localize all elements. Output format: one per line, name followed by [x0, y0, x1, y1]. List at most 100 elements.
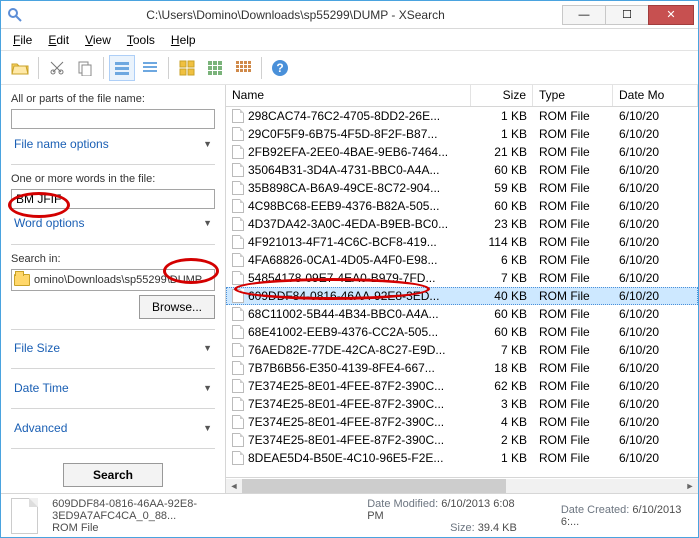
table-row[interactable]: 4C98BC68-EEB9-4376-B82A-505...60 KBROM F…: [226, 197, 698, 215]
row-name: 68E41002-EEB9-4376-CC2A-505...: [248, 325, 438, 339]
minimize-button[interactable]: —: [562, 5, 606, 25]
file-icon: [232, 325, 244, 339]
titlebar: C:\Users\Domino\Downloads\sp55299\DUMP -…: [1, 1, 698, 29]
close-button[interactable]: ✕: [648, 5, 694, 25]
file-icon: [11, 498, 38, 534]
row-date: 6/10/20: [613, 289, 698, 303]
file-icon: [232, 127, 244, 141]
row-date: 6/10/20: [613, 145, 698, 159]
row-type: ROM File: [533, 271, 613, 285]
created-label: Date Created:: [561, 504, 629, 516]
table-row[interactable]: 29C0F5F9-6B75-4F5D-8F2F-B87...1 KBROM Fi…: [226, 125, 698, 143]
results-rows: 298CAC74-76C2-4705-8DD2-26E...1 KBROM Fi…: [226, 107, 698, 477]
table-row[interactable]: 7B7B6B56-E350-4139-8FE4-667...18 KBROM F…: [226, 359, 698, 377]
table-row[interactable]: 7E374E25-8E01-4FEE-87F2-390C...3 KBROM F…: [226, 395, 698, 413]
row-type: ROM File: [533, 379, 613, 393]
file-name-options-expander[interactable]: File name options ▼: [11, 133, 215, 154]
table-row[interactable]: 2FB92EFA-2EE0-4BAE-9EB6-7464...21 KBROM …: [226, 143, 698, 161]
table-row[interactable]: 8DEAE5D4-B50E-4C10-96E5-F2E...1 KBROM Fi…: [226, 449, 698, 467]
maximize-button[interactable]: ☐: [605, 5, 649, 25]
scroll-left-arrow[interactable]: ◄: [226, 479, 242, 493]
search-path-text: omino\Downloads\sp55299\DUMP: [34, 274, 202, 286]
row-type: ROM File: [533, 343, 613, 357]
filename-label: All or parts of the file name:: [11, 93, 215, 105]
table-row[interactable]: 35064B31-3D4A-4731-BBC0-A4A...60 KBROM F…: [226, 161, 698, 179]
col-date[interactable]: Date Mo: [613, 85, 698, 106]
filename-input[interactable]: [11, 109, 215, 129]
col-size[interactable]: Size: [471, 85, 533, 106]
help-button[interactable]: ?: [267, 55, 293, 81]
row-name: 7E374E25-8E01-4FEE-87F2-390C...: [248, 415, 444, 429]
menu-tools[interactable]: Tools: [119, 31, 163, 49]
row-size: 23 KB: [471, 217, 533, 231]
view-smallgrid-button[interactable]: [230, 55, 256, 81]
size-label: Size:: [450, 522, 474, 534]
search-path-box[interactable]: omino\Downloads\sp55299\DUMP: [11, 269, 215, 291]
date-time-expander[interactable]: Date Time ▼: [11, 377, 215, 398]
file-icon: [232, 289, 244, 303]
table-row[interactable]: 7E374E25-8E01-4FEE-87F2-390C...4 KBROM F…: [226, 413, 698, 431]
table-row[interactable]: 609DDF84-0816-46AA-92E8-3ED...40 KBROM F…: [226, 287, 698, 305]
row-type: ROM File: [533, 289, 613, 303]
row-date: 6/10/20: [613, 343, 698, 357]
advanced-expander[interactable]: Advanced ▼: [11, 417, 215, 438]
col-name[interactable]: Name: [226, 85, 471, 106]
row-size: 60 KB: [471, 163, 533, 177]
row-name: 54854178-09E7-4EA0-B979-7FD...: [248, 271, 435, 285]
table-row[interactable]: 7E374E25-8E01-4FEE-87F2-390C...2 KBROM F…: [226, 431, 698, 449]
row-date: 6/10/20: [613, 127, 698, 141]
toolbar: ?: [1, 51, 698, 85]
menu-file[interactable]: File: [5, 31, 40, 49]
status-bar: 609DDF84-0816-46AA-92E8-3ED9A7AFC4CA_0_8…: [1, 493, 698, 537]
cut-button[interactable]: [44, 55, 70, 81]
file-size-expander[interactable]: File Size ▼: [11, 337, 215, 358]
file-icon: [232, 433, 244, 447]
search-in-label: Search in:: [11, 253, 215, 265]
words-input[interactable]: [11, 189, 215, 209]
row-size: 2 KB: [471, 433, 533, 447]
word-options-expander[interactable]: Word options ▼: [11, 213, 215, 234]
row-size: 4 KB: [471, 415, 533, 429]
column-headers: Name Size Type Date Mo: [226, 85, 698, 107]
scroll-right-arrow[interactable]: ►: [682, 479, 698, 493]
table-row[interactable]: 4FA68826-0CA1-4D05-A4F0-E98...6 KBROM Fi…: [226, 251, 698, 269]
row-date: 6/10/20: [613, 379, 698, 393]
row-type: ROM File: [533, 127, 613, 141]
table-row[interactable]: 35B898CA-B6A9-49CE-8C72-904...59 KBROM F…: [226, 179, 698, 197]
svg-text:?: ?: [276, 61, 283, 75]
row-type: ROM File: [533, 307, 613, 321]
table-row[interactable]: 54854178-09E7-4EA0-B979-7FD...7 KBROM Fi…: [226, 269, 698, 287]
col-type[interactable]: Type: [533, 85, 613, 106]
table-row[interactable]: 4D37DA42-3A0C-4EDA-B9EB-BC0...23 KBROM F…: [226, 215, 698, 233]
body: All or parts of the file name: File name…: [1, 85, 698, 493]
table-row[interactable]: 4F921013-4F71-4C6C-BCF8-419...114 KBROM …: [226, 233, 698, 251]
copy-button[interactable]: [72, 55, 98, 81]
window: C:\Users\Domino\Downloads\sp55299\DUMP -…: [0, 0, 699, 538]
row-name: 4F921013-4F71-4C6C-BCF8-419...: [248, 235, 437, 249]
chevron-down-icon: ▼: [203, 218, 212, 228]
row-size: 60 KB: [471, 325, 533, 339]
row-size: 18 KB: [471, 361, 533, 375]
view-details-button[interactable]: [137, 55, 163, 81]
view-grid-button[interactable]: [202, 55, 228, 81]
search-button[interactable]: Search: [63, 463, 163, 487]
horizontal-scrollbar[interactable]: ◄ ►: [226, 477, 698, 493]
row-date: 6/10/20: [613, 397, 698, 411]
row-name: 2FB92EFA-2EE0-4BAE-9EB6-7464...: [248, 145, 448, 159]
scrollbar-thumb[interactable]: [242, 479, 506, 493]
open-folder-button[interactable]: [7, 55, 33, 81]
browse-button[interactable]: Browse...: [139, 295, 215, 319]
table-row[interactable]: 298CAC74-76C2-4705-8DD2-26E...1 KBROM Fi…: [226, 107, 698, 125]
file-icon: [232, 271, 244, 285]
table-row[interactable]: 68C11002-5B44-4B34-BBC0-A4A...60 KBROM F…: [226, 305, 698, 323]
table-row[interactable]: 7E374E25-8E01-4FEE-87F2-390C...62 KBROM …: [226, 377, 698, 395]
row-date: 6/10/20: [613, 253, 698, 267]
view-list-button[interactable]: [109, 55, 135, 81]
table-row[interactable]: 76AED82E-77DE-42CA-8C27-E9D...7 KBROM Fi…: [226, 341, 698, 359]
menu-view[interactable]: View: [77, 31, 119, 49]
row-type: ROM File: [533, 433, 613, 447]
view-thumbs-button[interactable]: [174, 55, 200, 81]
table-row[interactable]: 68E41002-EEB9-4376-CC2A-505...60 KBROM F…: [226, 323, 698, 341]
menu-help[interactable]: Help: [163, 31, 204, 49]
menu-edit[interactable]: Edit: [40, 31, 77, 49]
